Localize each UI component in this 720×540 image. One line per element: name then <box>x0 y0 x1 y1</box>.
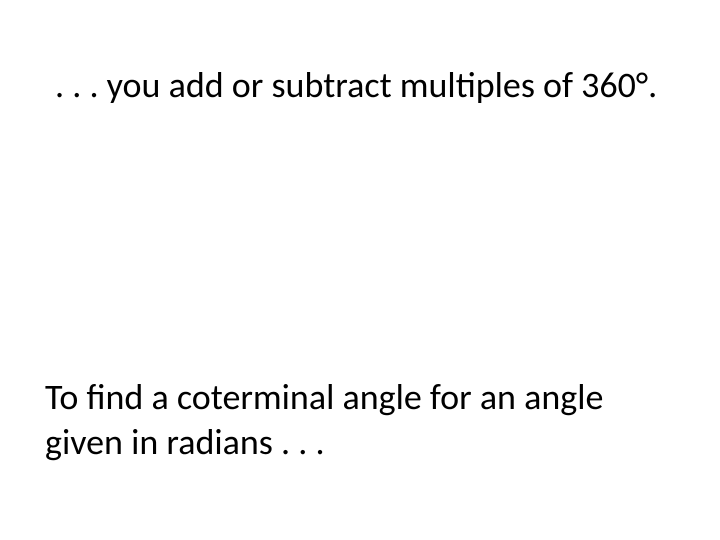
paragraph-coterminal-radians-intro: To find a coterminal angle for an angle … <box>45 375 675 465</box>
slide-container: . . . you add or subtract multiples of 3… <box>0 0 720 540</box>
paragraph-coterminal-degrees: . . . you add or subtract multiples of 3… <box>55 63 665 108</box>
